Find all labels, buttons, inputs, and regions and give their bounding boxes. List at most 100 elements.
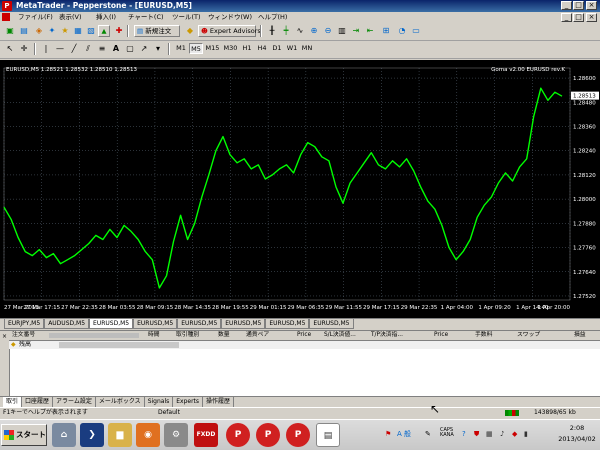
start-button[interactable]: スタート [1, 424, 47, 446]
text-label-icon[interactable]: ▢ [124, 43, 136, 55]
child-minimize-button[interactable]: _ [561, 13, 572, 22]
column-header[interactable]: 時間 [148, 331, 160, 340]
dropdown-icon[interactable]: ▾ [152, 43, 164, 55]
column-header[interactable]: 取引種別 [176, 331, 199, 340]
menu-window[interactable]: ウィンドウ(W) [208, 13, 252, 22]
menu-tools[interactable]: ツール(T) [172, 13, 201, 22]
channel-icon[interactable]: ⫽ [82, 43, 94, 55]
zoom-out-icon[interactable]: ⊖ [322, 25, 334, 37]
timeframe-m5[interactable]: M5 [189, 43, 203, 54]
options-icon[interactable]: ✚ [113, 25, 125, 37]
arrow-icon[interactable]: ↗ [138, 43, 150, 55]
profiles-icon[interactable]: ▤ [18, 25, 30, 37]
chart-tab[interactable]: AUDUSD,M5 [44, 319, 90, 329]
terminal-tab[interactable]: Signals [145, 397, 174, 407]
chart-tab[interactable]: EURUSD,M5 [221, 319, 266, 329]
tray-volume-icon[interactable]: ♪ [500, 429, 504, 439]
column-header[interactable]: T/P決済指... [371, 331, 403, 340]
price-chart[interactable]: 1.28600 1.28480 1.28360 1.28240 1.28120 1.280… [0, 60, 600, 318]
column-header[interactable]: スワップ [517, 331, 540, 340]
close-button[interactable]: × [586, 1, 597, 10]
market-watch-icon[interactable]: ◈ [33, 25, 45, 37]
indicators-icon[interactable]: ⊞ [380, 25, 392, 37]
expert-advisors-button[interactable]: ☻ Expert Advisors [198, 25, 261, 37]
clock[interactable]: 2:08 2013/04/02 [556, 423, 598, 447]
zoom-in-icon[interactable]: ⊕ [308, 25, 320, 37]
fibonacci-icon[interactable]: ≡ [96, 43, 108, 55]
tray-alert-icon[interactable]: ◆ [512, 429, 517, 439]
pepperstone-icon-3[interactable]: P [286, 423, 310, 447]
column-header[interactable]: 手数料 [475, 331, 492, 340]
menu-chart[interactable]: チャート(C) [128, 13, 164, 22]
chart-tab[interactable]: EURUSD,M5 [89, 319, 134, 329]
new-order-button[interactable]: ▤ 新規注文 [134, 25, 180, 37]
terminal-icon[interactable]: ▦ [72, 25, 84, 37]
chart-canvas[interactable]: 1.28600 1.28480 1.28360 1.28240 1.28120 1.280… [0, 60, 600, 318]
powershell-icon[interactable]: ❯ [80, 423, 104, 447]
tray-flag-icon[interactable]: ⚑ [385, 429, 391, 439]
data-window-icon[interactable]: ✦ [46, 25, 58, 37]
firefox-icon[interactable]: ◉ [136, 423, 160, 447]
timeframe-w1[interactable]: W1 [285, 43, 299, 54]
candlestick-icon[interactable]: ┿ [280, 25, 292, 37]
chart-tab[interactable]: EURUSD,M5 [265, 319, 310, 329]
new-chart-icon[interactable]: ▣ [4, 25, 16, 37]
line-chart-icon[interactable]: ∿ [294, 25, 306, 37]
network-app-icon[interactable]: ⌂ [52, 423, 76, 447]
terminal-tab[interactable]: 口座履歴 [22, 397, 54, 407]
vertical-line-icon[interactable]: | [40, 43, 52, 55]
maximize-button[interactable]: □ [573, 1, 584, 10]
timeframe-h1[interactable]: H1 [240, 43, 254, 54]
document-app-icon[interactable]: ▤ [316, 423, 340, 447]
horizontal-line-icon[interactable]: — [54, 43, 66, 55]
column-header[interactable]: Price [297, 331, 311, 340]
doc-icon[interactable] [2, 13, 10, 21]
column-header[interactable]: 通貨ペア [246, 331, 269, 340]
tray-caps-kana[interactable]: CAPS KANA [440, 428, 454, 438]
child-close-button[interactable]: × [586, 13, 597, 22]
fxdd-icon[interactable]: FXDD [194, 423, 218, 447]
templates-icon[interactable]: ▭ [410, 25, 422, 37]
tools-app-icon[interactable]: ⚙ [164, 423, 188, 447]
child-restore-button[interactable]: □ [573, 13, 584, 22]
tester-icon[interactable]: ▧ [85, 25, 97, 37]
timeframe-d1[interactable]: D1 [270, 43, 284, 54]
autoscroll-icon[interactable]: ⇥ [350, 25, 362, 37]
terminal-tab[interactable]: メールボックス [96, 397, 145, 407]
menu-help[interactable]: ヘルプ(H) [258, 13, 287, 22]
menu-insert[interactable]: 挿入(I) [96, 13, 116, 22]
terminal-tab[interactable]: 取引 [3, 397, 23, 407]
chart-tab[interactable]: EURJPY,M5 [4, 319, 45, 329]
chart-tab[interactable]: EURUSD,M5 [177, 319, 222, 329]
menu-file[interactable]: ファイル(F) [18, 13, 53, 22]
close-icon[interactable]: × [1, 333, 8, 340]
tray-pen-icon[interactable]: ✎ [425, 429, 431, 439]
bar-chart-icon[interactable]: ╫ [266, 25, 278, 37]
tray-help-icon[interactable]: ? [462, 429, 466, 439]
cursor-icon[interactable]: ↖ [4, 43, 16, 55]
tile-windows-icon[interactable]: ▥ [336, 25, 348, 37]
timeframe-mn[interactable]: MN [300, 43, 314, 54]
column-header[interactable]: 損益 [574, 331, 586, 340]
text-icon[interactable]: A [110, 43, 122, 55]
navigator-icon[interactable]: ★ [59, 25, 71, 37]
pepperstone-icon-2[interactable]: P [256, 423, 280, 447]
tray-network-icon[interactable]: ▦ [486, 429, 493, 439]
ime-icon[interactable]: A 般 [397, 429, 411, 439]
history-center-icon[interactable]: ▲ [98, 25, 110, 37]
tray-extra-icon[interactable]: ▮ [524, 429, 528, 439]
trendline-icon[interactable]: ╱ [68, 43, 80, 55]
pepperstone-icon[interactable]: P [226, 423, 250, 447]
explorer-icon[interactable]: ▆ [108, 423, 132, 447]
chart-shift-icon[interactable]: ⇤ [364, 25, 376, 37]
column-header[interactable]: 注文番号 [12, 331, 35, 340]
crosshair-icon[interactable]: ✛ [18, 43, 30, 55]
timeframe-m30[interactable]: M30 [222, 43, 239, 54]
column-header[interactable]: Price [434, 331, 448, 340]
timeframe-m15[interactable]: M15 [204, 43, 221, 54]
balance-row[interactable]: ◆ 残高 [9, 341, 600, 349]
terminal-tab[interactable]: Experts [173, 397, 204, 407]
column-header[interactable]: S/L決済値... [324, 331, 356, 340]
minimize-button[interactable]: _ [561, 1, 572, 10]
metaeditor-icon[interactable]: ◆ [184, 25, 196, 37]
